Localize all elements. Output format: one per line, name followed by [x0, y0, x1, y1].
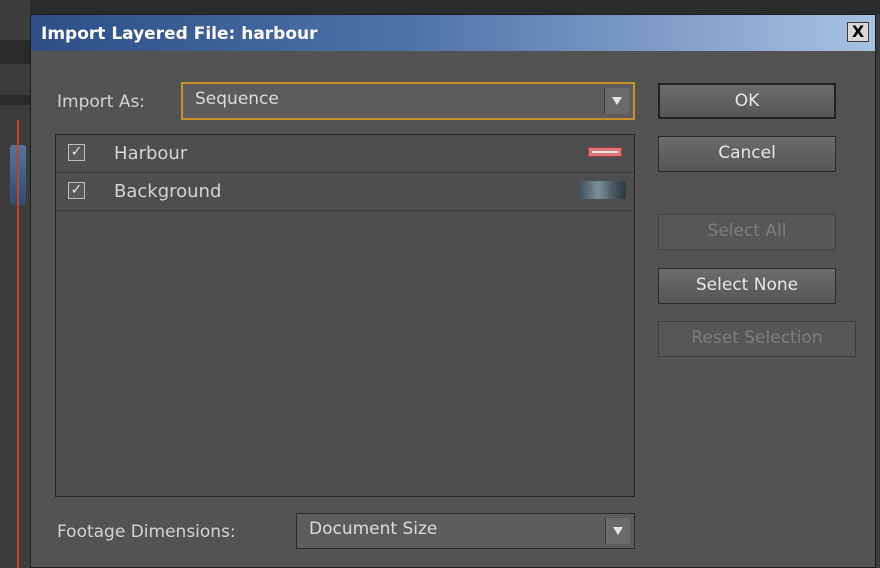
footage-dimensions-label: Footage Dimensions: [57, 522, 236, 542]
layer-name: Harbour [114, 143, 188, 164]
footage-dimensions-value: Document Size [309, 519, 438, 539]
close-button[interactable]: X [847, 22, 869, 42]
select-all-button[interactable]: Select All [658, 214, 836, 250]
layer-name: Background [114, 181, 222, 202]
dialog-titlebar[interactable]: Import Layered File: harbour X [31, 15, 875, 51]
background-app-block [0, 95, 30, 105]
dialog-title: Import Layered File: harbour [41, 24, 318, 44]
layer-checkbox-harbour[interactable]: ✓ [68, 144, 85, 161]
background-app-topbar [0, 0, 880, 14]
layer-thumbnail-background [580, 181, 626, 199]
background-app-block [0, 40, 30, 64]
layer-list: ✓ Harbour ✓ Background [55, 134, 635, 497]
select-none-button[interactable]: Select None [658, 268, 836, 304]
footage-dimensions-dropdown[interactable]: Document Size [296, 513, 635, 549]
chevron-down-icon[interactable] [605, 518, 630, 544]
close-icon: X [851, 22, 865, 41]
import-as-label: Import As: [57, 92, 146, 112]
import-as-value: Sequence [195, 89, 279, 109]
background-timeline-line [17, 120, 19, 568]
ok-button[interactable]: OK [658, 83, 836, 119]
cancel-button[interactable]: Cancel [658, 136, 836, 172]
layer-row-background[interactable]: ✓ Background [56, 173, 634, 211]
layer-thumbnail-harbour [588, 147, 622, 157]
import-as-dropdown[interactable]: Sequence [181, 82, 635, 120]
reset-selection-button[interactable]: Reset Selection [658, 321, 856, 357]
chevron-down-icon[interactable] [604, 88, 629, 114]
import-layered-file-dialog: Import Layered File: harbour X Import As… [30, 14, 876, 568]
layer-row-harbour[interactable]: ✓ Harbour [56, 135, 634, 173]
background-app-panel [0, 0, 30, 568]
layer-checkbox-background[interactable]: ✓ [68, 182, 85, 199]
